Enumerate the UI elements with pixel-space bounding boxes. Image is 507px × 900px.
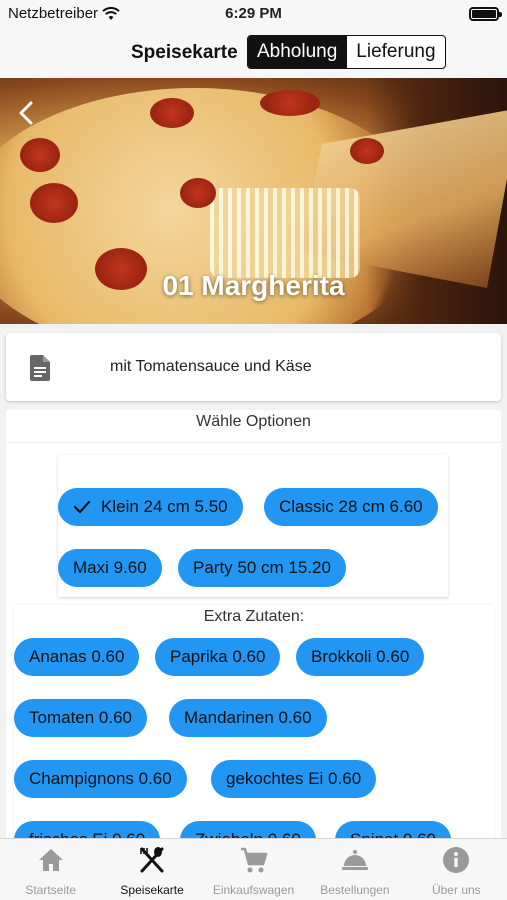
options-header: Wähle Optionen: [196, 413, 311, 430]
extra-option-label: Brokkoli 0.60: [311, 647, 410, 666]
tab-label: Speisekarte: [120, 883, 184, 897]
tab-bar: Startseite Speisekarte Einkaufswagen Bes…: [0, 838, 507, 900]
tab-ueber-uns[interactable]: Über uns: [406, 839, 507, 900]
extra-option-mandarinen[interactable]: Mandarinen 0.60: [169, 699, 327, 737]
segment-lieferung[interactable]: Lieferung: [346, 36, 444, 68]
back-chevron-icon[interactable]: [14, 100, 40, 126]
extra-option-label: Ananas 0.60: [29, 647, 125, 666]
extra-option-brokkoli[interactable]: Brokkoli 0.60: [296, 638, 425, 676]
extra-option-tomaten[interactable]: Tomaten 0.60: [14, 699, 148, 737]
tab-label: Über uns: [431, 883, 481, 897]
extras-title: Extra Zutaten:: [203, 608, 305, 625]
size-option-label: Maxi 9.60: [73, 558, 147, 577]
status-bar: Netzbetreiber 6:29 PM: [0, 0, 507, 28]
size-option-maxi[interactable]: Maxi 9.60: [58, 549, 162, 587]
tab-label: Startseite: [25, 883, 77, 897]
extra-option-champignons[interactable]: Champignons 0.60: [14, 760, 187, 798]
document-icon: [30, 355, 50, 381]
dish-description: mit Tomatensauce und Käse: [110, 358, 312, 375]
tab-speisekarte[interactable]: Speisekarte: [101, 839, 202, 900]
battery-icon: [469, 7, 502, 21]
extra-option-label: Mandarinen 0.60: [184, 708, 312, 727]
navigation-bar: Speisekarte Abholung Lieferung: [0, 28, 507, 78]
size-option-label: Classic 28 cm 6.60: [279, 497, 423, 516]
extra-option-label: gekochtes Ei 0.60: [226, 769, 362, 788]
tab-startseite[interactable]: Startseite: [0, 839, 101, 900]
tab-einkaufswagen[interactable]: Einkaufswagen: [203, 839, 304, 900]
fork-knife-icon: [140, 847, 164, 873]
cloche-icon: [341, 850, 368, 870]
tab-label: Bestellungen: [320, 883, 390, 897]
info-icon: [443, 847, 470, 873]
clock: 6:29 PM: [225, 5, 282, 22]
check-icon: [73, 500, 91, 514]
tab-label: Einkaufswagen: [212, 883, 295, 897]
order-type-segmented-control: Abholung Lieferung: [247, 35, 446, 69]
description-card: mit Tomatensauce und Käse: [6, 333, 501, 401]
extra-option-ananas[interactable]: Ananas 0.60: [14, 638, 140, 676]
size-option-label: Party 50 cm 15.20: [193, 558, 331, 577]
extra-option-gekochtes-ei[interactable]: gekochtes Ei 0.60: [211, 760, 377, 798]
home-icon: [38, 849, 63, 871]
extra-option-label: Paprika 0.60: [170, 647, 266, 666]
extra-option-label: Champignons 0.60: [29, 769, 172, 788]
dish-title: 01 Margherita: [162, 270, 345, 301]
divider: [6, 442, 501, 443]
extra-option-paprika[interactable]: Paprika 0.60: [155, 638, 281, 676]
size-option-classic[interactable]: Classic 28 cm 6.60: [264, 488, 438, 526]
size-option-label: Klein 24 cm 5.50: [101, 497, 228, 516]
segment-abholung[interactable]: Abholung: [248, 36, 347, 68]
page-title: Speisekarte: [131, 42, 238, 63]
dish-hero-image: 01 Margherita: [0, 78, 507, 324]
extra-option-label: Tomaten 0.60: [29, 708, 133, 727]
tab-bestellungen[interactable]: Bestellungen: [304, 839, 405, 900]
size-option-klein[interactable]: Klein 24 cm 5.50: [58, 488, 243, 526]
size-option-party[interactable]: Party 50 cm 15.20: [178, 549, 346, 587]
cart-icon: [240, 847, 267, 873]
